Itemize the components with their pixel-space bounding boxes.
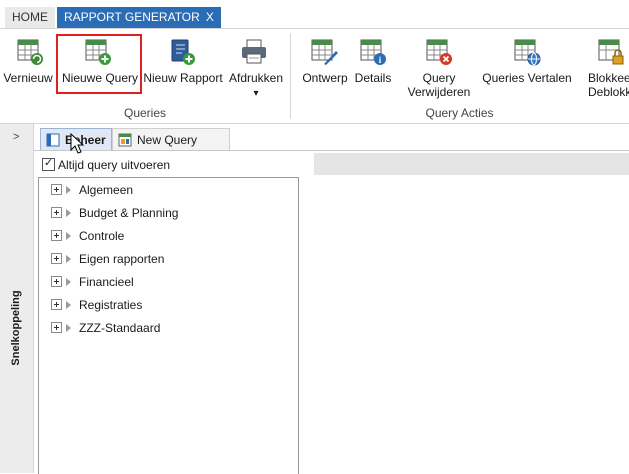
- tree-item-controle[interactable]: Controle: [51, 227, 124, 245]
- expand-plus-icon[interactable]: [51, 184, 62, 195]
- afdrukken-button[interactable]: Afdrukken ▾: [226, 29, 286, 101]
- tree-item-label: Financieel: [79, 275, 134, 289]
- detail-panel-header: [314, 153, 629, 175]
- tree-item-algemeen[interactable]: Algemeen: [51, 181, 133, 199]
- folder-arrow-icon: [66, 186, 71, 194]
- tab-rapport-generator-label: RAPPORT GENERATOR: [64, 10, 200, 24]
- delete-query-icon: [426, 39, 452, 65]
- tree-item-label: Eigen rapporten: [79, 252, 165, 266]
- altijd-query-uitvoeren-row[interactable]: Altijd query uitvoeren: [42, 155, 171, 173]
- grid-tab-icon: [46, 133, 60, 147]
- folder-arrow-icon: [66, 278, 71, 286]
- new-report-icon: [171, 39, 195, 65]
- details-icon: i: [360, 39, 386, 65]
- expand-plus-icon[interactable]: [51, 322, 62, 333]
- tree-item-zzz-standaard[interactable]: ZZZ-Standaard: [51, 319, 160, 337]
- group-label-queries: Queries: [123, 106, 167, 120]
- design-icon: [311, 39, 338, 65]
- blokkeer-label-line2: Deblokk: [588, 85, 629, 99]
- queries-vertalen-label: Queries Vertalen: [482, 71, 572, 85]
- expand-arrow-icon[interactable]: >: [13, 131, 19, 143]
- refresh-grid-icon: [17, 39, 43, 65]
- blokkeer-button[interactable]: Blokkee Deblokk: [582, 29, 629, 101]
- expand-plus-icon[interactable]: [51, 207, 62, 218]
- folder-arrow-icon: [66, 255, 71, 263]
- tab-rapport-generator[interactable]: RAPPORT GENERATOR X: [57, 7, 221, 28]
- queries-vertalen-button[interactable]: Queries Vertalen: [480, 29, 574, 101]
- query-verwijderen-label: Query Verwijderen: [404, 71, 474, 99]
- tab-close-icon[interactable]: X: [206, 10, 214, 24]
- lock-icon: [598, 39, 624, 65]
- printer-icon: [242, 39, 266, 64]
- tab-new-query[interactable]: New Query: [112, 128, 230, 150]
- query-verwijderen-button[interactable]: Query Verwijderen: [404, 29, 474, 101]
- tree-item-eigen-rapporten[interactable]: Eigen rapporten: [51, 250, 164, 268]
- details-button[interactable]: i Details: [352, 29, 394, 101]
- tree-item-registraties[interactable]: Registraties: [51, 296, 142, 314]
- mouse-cursor-icon: [70, 133, 85, 154]
- tree-item-label: ZZZ-Standaard: [79, 321, 161, 335]
- vernieuw-label: Vernieuw: [3, 71, 53, 85]
- altijd-query-checkbox[interactable]: [42, 155, 55, 171]
- vernieuw-button[interactable]: Vernieuw: [0, 29, 56, 101]
- query-tree-panel: Altijd query uitvoeren Algemeen Budget &…: [34, 151, 300, 474]
- folder-arrow-icon: [66, 232, 71, 240]
- blokkeer-label-line1: Blokkee: [588, 71, 629, 85]
- highlight-box: [56, 34, 142, 94]
- document-tabs: Beheer New Query: [34, 124, 629, 151]
- ontwerp-label: Ontwerp: [302, 71, 348, 85]
- dropdown-arrow-icon[interactable]: ▾: [226, 87, 286, 101]
- expand-plus-icon[interactable]: [51, 253, 62, 264]
- folder-arrow-icon: [66, 301, 71, 309]
- expand-plus-icon[interactable]: [51, 230, 62, 241]
- folder-arrow-icon: [66, 324, 71, 332]
- query-tab-icon: [118, 133, 132, 147]
- blokkeer-label: Blokkee Deblokk: [588, 71, 629, 99]
- shortcut-strip: > Snelkoppeling: [0, 124, 34, 473]
- nieuw-rapport-button[interactable]: Nieuw Rapport: [142, 29, 224, 101]
- tab-home[interactable]: HOME: [5, 7, 55, 28]
- expand-plus-icon[interactable]: [51, 276, 62, 287]
- nieuw-rapport-label: Nieuw Rapport: [143, 71, 223, 85]
- snelkoppeling-tab[interactable]: Snelkoppeling: [4, 284, 28, 384]
- snelkoppeling-label: Snelkoppeling: [10, 290, 22, 366]
- tab-new-query-label: New Query: [137, 133, 198, 147]
- query-tree: Algemeen Budget & Planning Controle Eige…: [38, 177, 299, 474]
- tree-item-label: Algemeen: [79, 183, 134, 197]
- query-label-line2: Verwijderen: [407, 85, 471, 99]
- tree-item-label: Budget & Planning: [79, 206, 179, 220]
- altijd-query-label: Altijd query uitvoeren: [58, 158, 171, 172]
- title-tab-bar: HOME RAPPORT GENERATOR X: [0, 0, 629, 29]
- tree-item-financieel[interactable]: Financieel: [51, 273, 134, 291]
- query-label-line1: Query: [422, 71, 456, 85]
- tree-item-budget-planning[interactable]: Budget & Planning: [51, 204, 178, 222]
- tree-item-label: Controle: [79, 229, 125, 243]
- expand-plus-icon[interactable]: [51, 299, 62, 310]
- details-label: Details: [354, 71, 392, 85]
- group-label-query-acties: Query Acties: [425, 106, 494, 120]
- tab-home-label: HOME: [12, 10, 48, 24]
- folder-arrow-icon: [66, 209, 71, 217]
- translate-icon: [514, 39, 541, 66]
- afdrukken-label: Afdrukken: [228, 71, 284, 85]
- ontwerp-button[interactable]: Ontwerp: [298, 29, 352, 101]
- tree-item-label: Registraties: [79, 298, 143, 312]
